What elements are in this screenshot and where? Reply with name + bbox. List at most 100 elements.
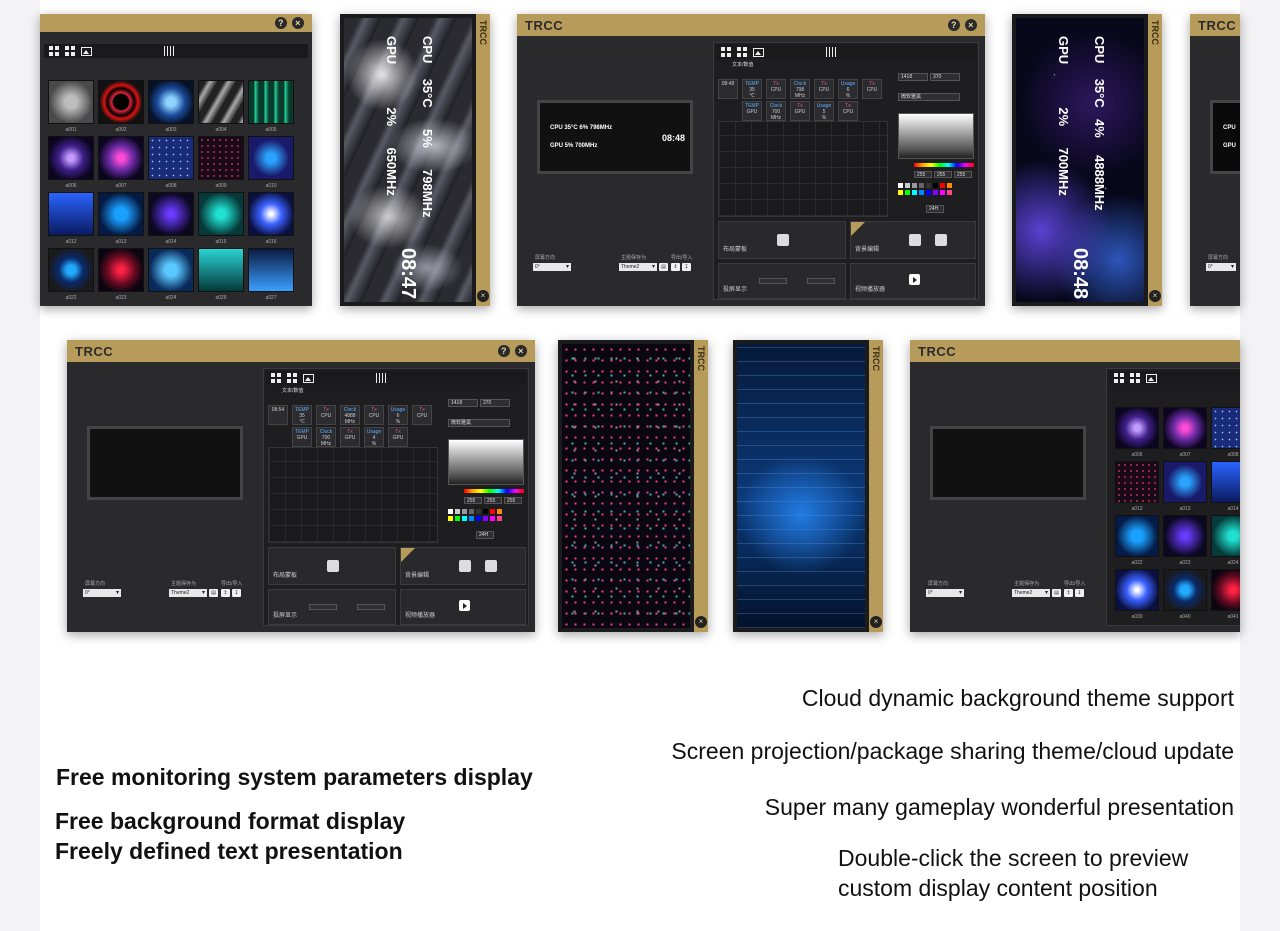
lcd-preview[interactable]: CPU 35°C 6% 798MHz GPU 5% 700MHz 08:48: [537, 100, 693, 174]
y-coordinate[interactable]: 370: [930, 73, 960, 81]
blue-value[interactable]: 255: [954, 171, 972, 178]
local-themes-icon[interactable]: [49, 46, 59, 56]
color-swatch[interactable]: [933, 190, 938, 195]
color-swatch[interactable]: [940, 183, 945, 188]
theme-thumbnail[interactable]: a001: [48, 80, 94, 133]
direction-select[interactable]: 0°: [83, 589, 121, 597]
theme-thumbnail[interactable]: a008: [148, 136, 194, 189]
font-select[interactable]: 微软雅黑: [448, 419, 510, 427]
hour-format-button[interactable]: 24H: [926, 205, 944, 213]
file-video-icon[interactable]: [485, 560, 497, 572]
theme-thumbnail[interactable]: a012: [48, 192, 94, 245]
theme-thumbnail[interactable]: a006: [1115, 407, 1159, 458]
theme-thumbnail[interactable]: a023: [98, 248, 144, 301]
close-icon[interactable]: ×: [870, 616, 882, 628]
color-swatch[interactable]: [476, 509, 481, 514]
theme-thumbnail[interactable]: a013: [1163, 461, 1207, 512]
y-coordinate[interactable]: 370: [480, 399, 510, 407]
sensor-cell[interactable]: Usage 6%: [838, 79, 858, 99]
theme-thumbnail[interactable]: a041: [1211, 569, 1240, 620]
color-swatch[interactable]: [898, 190, 903, 195]
settings-sliders-icon[interactable]: [826, 47, 836, 57]
sensor-cell[interactable]: Tx CPU: [364, 405, 384, 425]
sensor-cell[interactable]: TEMP 35 ℃: [742, 79, 762, 99]
theme-thumbnail[interactable]: a024: [1211, 515, 1240, 566]
settings-sliders-icon[interactable]: [376, 373, 386, 383]
color-swatches[interactable]: [448, 509, 502, 521]
export-icon[interactable]: ↥: [221, 589, 230, 597]
local-themes-icon[interactable]: [721, 47, 731, 57]
sensor-cell[interactable]: Tx CPU: [862, 79, 882, 99]
export-icon[interactable]: ↥: [1064, 589, 1073, 597]
blue-value[interactable]: 255: [504, 497, 522, 504]
theme-name-input[interactable]: Theme2: [619, 263, 657, 271]
cloud-themes-icon[interactable]: [65, 46, 75, 56]
green-value[interactable]: 255: [484, 497, 502, 504]
direction-select[interactable]: 0°: [926, 589, 964, 597]
color-swatch[interactable]: [462, 509, 467, 514]
local-themes-icon[interactable]: [1114, 373, 1124, 383]
theme-thumbnail[interactable]: a023: [1163, 515, 1207, 566]
hue-slider[interactable]: [464, 489, 524, 493]
save-icon[interactable]: ▤: [659, 263, 668, 271]
theme-thumbnail[interactable]: a015: [198, 192, 244, 245]
close-icon[interactable]: ×: [477, 290, 489, 302]
sensor-cell[interactable]: Tx CPU: [316, 405, 336, 425]
red-value[interactable]: 255: [914, 171, 932, 178]
sensor-cell[interactable]: Tx CPU: [412, 405, 432, 425]
proj-x-input[interactable]: [309, 604, 337, 610]
theme-thumbnail[interactable]: a016: [248, 192, 294, 245]
sensor-cell[interactable]: Clock 700 MHz: [316, 427, 336, 447]
layout-grid[interactable]: [268, 447, 438, 543]
sensor-cell[interactable]: Clock 700 MHz: [766, 101, 786, 121]
color-swatch[interactable]: [905, 190, 910, 195]
color-swatch[interactable]: [469, 516, 474, 521]
file-png-icon[interactable]: [777, 234, 789, 246]
cloud-themes-icon[interactable]: [737, 47, 747, 57]
import-icon[interactable]: ↧: [1075, 589, 1084, 597]
lcd-screen[interactable]: [562, 344, 690, 628]
color-swatch[interactable]: [483, 516, 488, 521]
color-swatch[interactable]: [476, 516, 481, 521]
color-swatch[interactable]: [497, 516, 502, 521]
red-value[interactable]: 255: [464, 497, 482, 504]
x-coordinate[interactable]: 1418: [898, 73, 928, 81]
color-swatch[interactable]: [912, 183, 917, 188]
sensor-cell[interactable]: Usage 5%: [814, 101, 834, 121]
time-cell[interactable]: 08:54: [268, 405, 288, 425]
color-swatch[interactable]: [919, 183, 924, 188]
color-swatch[interactable]: [947, 190, 952, 195]
sensor-cell[interactable]: Clock 4888 MHz: [340, 405, 360, 425]
sensor-cell[interactable]: Tx GPU: [790, 101, 810, 121]
background-image-icon[interactable]: [303, 373, 314, 383]
theme-thumbnail[interactable]: a022: [1115, 515, 1159, 566]
direction-select[interactable]: 0°: [1206, 263, 1236, 271]
lcd-screen[interactable]: [737, 344, 865, 628]
theme-thumbnail[interactable]: a004: [198, 80, 244, 133]
sensor-cell[interactable]: Usage 6%: [388, 405, 408, 425]
color-swatch[interactable]: [912, 190, 917, 195]
theme-thumbnail[interactable]: a026: [198, 248, 244, 301]
local-themes-icon[interactable]: [271, 373, 281, 383]
x-coordinate[interactable]: 1418: [448, 399, 478, 407]
import-icon[interactable]: ↧: [682, 263, 691, 271]
export-icon[interactable]: ↥: [671, 263, 680, 271]
theme-thumbnail[interactable]: a006: [48, 136, 94, 189]
close-icon[interactable]: ×: [292, 17, 304, 29]
color-swatch[interactable]: [469, 509, 474, 514]
sensor-cell[interactable]: Usage 4%: [364, 427, 384, 447]
close-icon[interactable]: ×: [1149, 290, 1161, 302]
sensor-cell[interactable]: Tx CPU: [766, 79, 786, 99]
color-swatch[interactable]: [926, 183, 931, 188]
color-swatch[interactable]: [490, 516, 495, 521]
proj-x-input[interactable]: [759, 278, 787, 284]
save-icon[interactable]: ▤: [209, 589, 218, 597]
save-icon[interactable]: ▤: [1052, 589, 1061, 597]
sensor-cell[interactable]: Clock 798 MHz: [790, 79, 810, 99]
file-png-icon[interactable]: [327, 560, 339, 572]
background-image-icon[interactable]: [1146, 373, 1157, 383]
sensor-cell[interactable]: Tx GPU: [340, 427, 360, 447]
theme-thumbnail[interactable]: a013: [98, 192, 144, 245]
sensor-cell[interactable]: Tx GPU: [388, 427, 408, 447]
color-swatch[interactable]: [898, 183, 903, 188]
